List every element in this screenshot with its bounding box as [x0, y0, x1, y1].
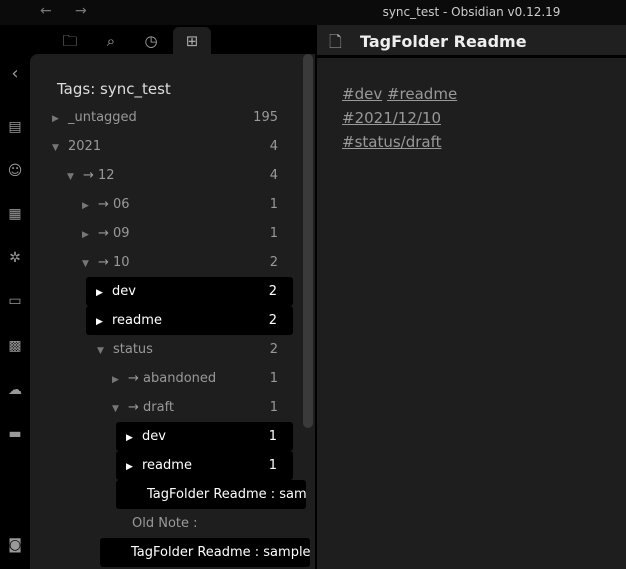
- document-icon: 🗋: [329, 32, 342, 51]
- tag-folder-item[interactable]: ▼ → draft 1: [112, 393, 278, 422]
- tag-folder-item[interactable]: ▶ → abandoned 1: [112, 364, 278, 393]
- collapsed-arrow-icon[interactable]: ▶: [82, 192, 98, 219]
- sidebar-tabs: 🗀 ⌕ ◷ ⊞: [30, 25, 317, 55]
- expanded-arrow-icon[interactable]: ▼: [97, 337, 113, 364]
- note-item[interactable]: TagFolder Readme : sample: [100, 538, 310, 567]
- vault-icon[interactable]: ◙: [6, 536, 24, 554]
- scrollbar[interactable]: [303, 54, 313, 428]
- tag-link[interactable]: #readme: [387, 85, 457, 103]
- item-label: Old Note :: [132, 516, 198, 531]
- item-label: → draft: [128, 400, 175, 415]
- item-label: → 12: [83, 168, 115, 183]
- smiley-icon[interactable]: ☺: [6, 162, 24, 180]
- collapsed-arrow-icon[interactable]: ▶: [52, 105, 68, 132]
- tag-folder-item[interactable]: ▶ readme 1: [116, 451, 293, 480]
- item-label: TagFolder Readme : sample: [131, 545, 310, 560]
- tag-folder-item[interactable]: ▼ → 12 4: [67, 161, 278, 190]
- item-count: 1: [269, 400, 278, 415]
- collapsed-arrow-icon[interactable]: ▶: [96, 308, 112, 335]
- expanded-arrow-icon[interactable]: ▼: [82, 250, 98, 277]
- item-label: TagFolder Readme : sample: [147, 487, 306, 502]
- editor-header: 🗋 TagFolder Readme: [317, 25, 626, 58]
- folder-icon[interactable]: 🗀: [51, 27, 89, 55]
- tag-folder-item[interactable]: ▼ → 10 2: [82, 248, 278, 277]
- item-count: 2: [268, 284, 277, 299]
- note-item[interactable]: Old Note :: [116, 509, 306, 538]
- clock-icon[interactable]: ◷: [132, 27, 170, 55]
- collapse-icon[interactable]: ‹: [6, 65, 24, 83]
- item-count: 1: [268, 429, 277, 444]
- search-icon[interactable]: ⌕: [92, 27, 130, 55]
- editor-pane: 🗋 TagFolder Readme #dev #readme #2021/12…: [317, 25, 626, 569]
- item-label: status: [113, 342, 153, 357]
- window-title: sync_test - Obsidian v0.12.19: [382, 5, 561, 19]
- collapsed-arrow-icon[interactable]: ▶: [112, 366, 128, 393]
- expanded-arrow-icon[interactable]: ▼: [52, 134, 68, 161]
- note-item[interactable]: TagFolder Readme : sample: [116, 480, 306, 509]
- tag-link[interactable]: #2021/12/10: [342, 109, 441, 127]
- title-bar: ← → sync_test - Obsidian v0.12.19: [0, 0, 626, 25]
- tag-folder-item[interactable]: ▶ → 09 1: [82, 219, 278, 248]
- tag-folder-item[interactable]: ▶ dev 2: [86, 277, 293, 306]
- collapsed-arrow-icon[interactable]: ▶: [126, 424, 142, 451]
- graph-icon[interactable]: ✲: [6, 249, 24, 267]
- expanded-arrow-icon[interactable]: ▼: [67, 163, 83, 190]
- tag-folder-item[interactable]: ▶ dev 1: [116, 422, 293, 451]
- clipboard-check-icon[interactable]: ▤: [6, 118, 24, 136]
- tag-folder-item[interactable]: ▼ 2021 4: [52, 132, 278, 161]
- item-label: dev: [142, 429, 166, 444]
- tag-folder-item[interactable]: ▶ → 06 1: [82, 190, 278, 219]
- item-label: → 06: [98, 197, 130, 212]
- sync-icon[interactable]: ☁: [6, 381, 24, 399]
- collapsed-arrow-icon[interactable]: ▶: [82, 221, 98, 248]
- note-title: TagFolder Readme: [360, 32, 527, 51]
- item-count: 1: [268, 458, 277, 473]
- item-count: 2: [268, 313, 277, 328]
- tag-link[interactable]: #dev: [342, 85, 382, 103]
- tag-folder-item[interactable]: ▶ readme 2: [86, 306, 293, 335]
- cards-icon[interactable]: ▭: [6, 292, 24, 310]
- template-icon[interactable]: ▦: [6, 205, 24, 223]
- tag-folder-item[interactable]: ▼ status 2: [97, 335, 278, 364]
- expanded-arrow-icon[interactable]: ▼: [112, 395, 128, 422]
- ribbon: ‹ ▤ ☺ ▦ ✲ ▭ ▩ ☁ ▬ ◙: [0, 25, 30, 569]
- item-label: readme: [142, 458, 192, 473]
- item-label: → abandoned: [128, 371, 217, 386]
- item-count: 4: [269, 168, 278, 183]
- item-label: readme: [112, 313, 162, 328]
- item-label: _untagged: [68, 110, 137, 125]
- collapsed-arrow-icon[interactable]: ▶: [96, 279, 112, 306]
- tag-link[interactable]: #status/draft: [342, 133, 442, 151]
- item-count: 4: [269, 139, 278, 154]
- item-count: 2: [269, 255, 278, 270]
- tag-folder-item[interactable]: ▶ _untagged 195: [52, 103, 278, 132]
- panel-title: Tags: sync_test: [57, 80, 171, 98]
- item-count: 1: [269, 371, 278, 386]
- blocks-icon[interactable]: ▩: [6, 337, 24, 355]
- item-count: 1: [269, 197, 278, 212]
- back-button[interactable]: ←: [40, 3, 52, 19]
- archive-icon[interactable]: ▬: [6, 425, 24, 443]
- item-label: → 09: [98, 226, 130, 241]
- forward-button[interactable]: →: [75, 3, 87, 19]
- item-label: 2021: [68, 139, 102, 154]
- item-count: 1: [269, 226, 278, 241]
- collapsed-arrow-icon[interactable]: ▶: [126, 453, 142, 480]
- item-count: 195: [253, 110, 278, 125]
- note-content: #dev #readme #2021/12/10 #status/draft: [342, 82, 457, 154]
- tag-folder-panel: Tags: sync_test ▶ _untagged 195 ▼ 2021 4 ▼ → 12…: [30, 54, 315, 569]
- tag-folder-icon[interactable]: ⊞: [173, 27, 211, 55]
- item-label: dev: [112, 284, 136, 299]
- item-label: → 10: [98, 255, 130, 270]
- item-count: 2: [269, 342, 278, 357]
